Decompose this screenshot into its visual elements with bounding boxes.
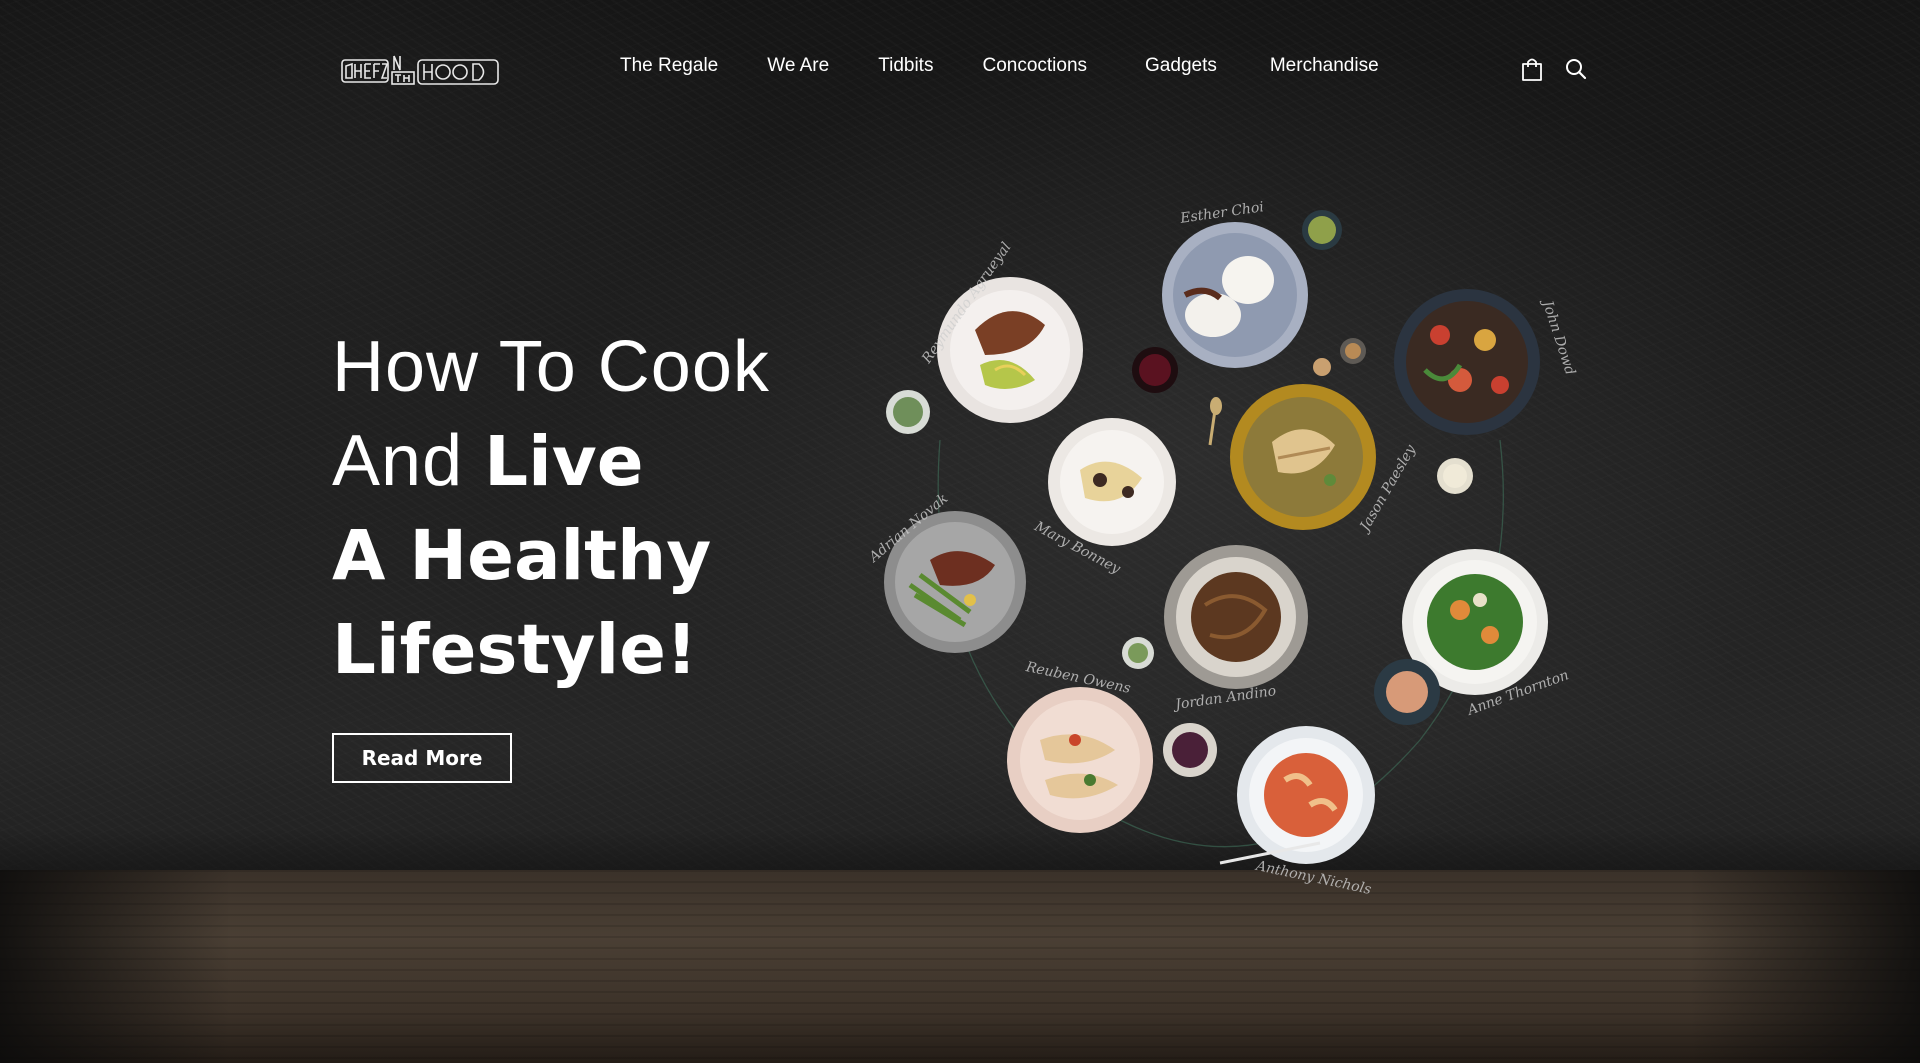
main-nav: The Regale We Are Tidbits Concoctions Ga… [620, 50, 1379, 82]
plate-tacos [1007, 687, 1153, 833]
site-header: The Regale We Are Tidbits Concoctions Ga… [0, 0, 1920, 130]
plate-bao-buns [1162, 222, 1308, 368]
plate-shrimp-pasta [1237, 726, 1375, 864]
plate-pasta-mushroom [1048, 418, 1176, 546]
bowl-grilled-chicken [1230, 384, 1376, 530]
hero-line-1: How To Cook [332, 327, 770, 407]
hero-page: The Regale We Are Tidbits Concoctions Ga… [0, 0, 1920, 1063]
bowl-green-herbs [886, 390, 930, 434]
nav-item-gadgets[interactable]: Gadgets [1145, 55, 1217, 77]
nav-item-the-regale[interactable]: The Regale [620, 55, 718, 77]
nav-item-merchandise[interactable]: Merchandise [1270, 55, 1379, 77]
read-more-button[interactable]: Read More [332, 733, 512, 783]
dish-sauce-2 [1313, 358, 1331, 376]
site-logo[interactable] [340, 52, 500, 92]
plate-lo-mein [1164, 545, 1308, 689]
search-icon[interactable] [1562, 55, 1590, 83]
hero-line-4: Lifestyle! [332, 610, 698, 690]
shopping-bag-icon[interactable] [1518, 55, 1546, 83]
spoon-utensil [1208, 409, 1217, 446]
nav-item-concoctions[interactable]: Concoctions [982, 55, 1087, 77]
nav-item-tidbits[interactable]: Tidbits [878, 55, 933, 77]
bowl-olives [1302, 210, 1342, 250]
glass-red-wine [1132, 347, 1178, 393]
bowl-roast-vegetables [1394, 289, 1540, 435]
dishes-illustration: Esther Choi Reymundo Agrueyal John Dowd … [860, 180, 1580, 900]
hero-line-2: And Live [332, 414, 892, 509]
hero-headline: How To Cook And Live A Healthy Lifestyle… [332, 320, 892, 697]
nav-item-we-are[interactable]: We Are [767, 55, 829, 77]
hero-line-2-bold: Live [484, 422, 644, 502]
header-actions [1518, 55, 1590, 83]
hero-line-2-light: And [332, 421, 485, 501]
hero-line-3: A Healthy [332, 516, 712, 596]
